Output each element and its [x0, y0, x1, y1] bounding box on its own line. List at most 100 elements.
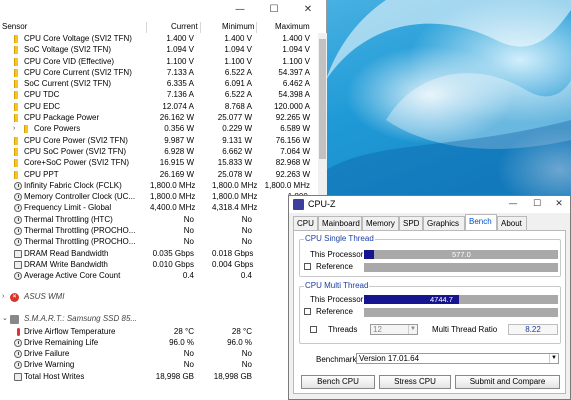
clock-icon: [14, 204, 22, 213]
close-button[interactable]: ✕: [549, 197, 569, 212]
tab-graphics[interactable]: Graphics: [423, 216, 465, 230]
sensor-row[interactable]: CPU TDC 7.136 A 6.522 A 54.398 A: [0, 89, 318, 100]
close-button[interactable]: ✕: [292, 0, 324, 20]
sensor-current: 1.094 V: [166, 45, 194, 55]
sensor-name: Drive Remaining Life: [24, 337, 99, 347]
tab-spd[interactable]: SPD: [399, 216, 423, 230]
sensor-row[interactable]: CPU Core VID (Effective) 1.100 V 1.100 V 1.…: [0, 56, 318, 67]
gauge-icon: [14, 215, 22, 224]
sensor-row[interactable]: DRAM Write Bandwidth 0.010 Gbps 0.004 Gbps…: [0, 259, 318, 270]
bolt-icon: [14, 170, 22, 179]
sensor-row[interactable]: Drive Remaining Life96.0 %96.0 %9: [0, 337, 318, 348]
maximize-button[interactable]: ☐: [258, 0, 290, 20]
column-divider[interactable]: [146, 22, 147, 33]
threads-checkbox[interactable]: [310, 326, 317, 333]
scrollbar-thumb[interactable]: [319, 39, 326, 159]
sensor-row[interactable]: SoC Voltage (SVI2 TFN) 1.094 V 1.094 V 1.09…: [0, 44, 318, 55]
sensor-current: 6.335 A: [166, 79, 194, 89]
sensor-row[interactable]: SoC Current (SVI2 TFN) 6.335 A 6.091 A 6.46…: [0, 78, 318, 89]
sensor-row[interactable]: CPU Package Power 26.162 W 25.077 W 92.265 …: [0, 112, 318, 123]
sensor-current: 7.133 A: [166, 67, 194, 77]
group-name: S.M.A.R.T.: Samsung SSD 85...: [24, 313, 138, 323]
column-minimum[interactable]: Minimum: [222, 22, 254, 31]
minimize-button[interactable]: —: [503, 197, 523, 212]
sensor-maximum: 82.968 W: [275, 158, 310, 168]
sensor-current: 16.915 W: [159, 158, 194, 168]
expand-icon[interactable]: ›: [13, 123, 15, 134]
sensor-row[interactable]: Thermal Throttling (PROCHO... No No: [0, 236, 318, 247]
threads-select[interactable]: 12 ▼: [370, 324, 418, 335]
sensor-row[interactable]: CPU Core Voltage (SVI2 TFN) 1.400 V 1.400 …: [0, 33, 318, 44]
sensor-row[interactable]: DRAM Read Bandwidth0.035 Gbps0.018 Gbps0…: [0, 248, 318, 259]
multi-thread-reference-bar: [364, 308, 558, 317]
sensor-row[interactable]: Thermal Throttling (HTC) No No: [0, 214, 318, 225]
sensor-row[interactable]: › Core Powers 0.356 W 0.229 W 6.589 W: [0, 123, 318, 134]
bench-cpu-button[interactable]: Bench CPU: [301, 375, 375, 389]
sensor-current: 0.010 Gbps: [152, 259, 194, 269]
sensor-row[interactable]: Drive Airflow Temperature 28 °C 28 °C: [0, 326, 318, 337]
single-thread-bar-fill: [364, 250, 374, 259]
sensor-minimum: No: [241, 214, 252, 224]
bolt-icon: [14, 147, 22, 156]
column-divider[interactable]: [200, 22, 201, 33]
sensor-name: SoC Voltage (SVI2 TFN): [24, 45, 111, 55]
bolt-icon: [14, 57, 22, 66]
sensor-row[interactable]: CPU PPT 26.169 W 25.078 W 92.263 W: [0, 169, 318, 180]
sensor-row[interactable]: CPU Core Power (SVI2 TFN) 9.987 W 9.131 W 7…: [0, 135, 318, 146]
sensor-row[interactable]: Drive Failure No No: [0, 348, 318, 359]
sensor-row[interactable]: Core+SoC Power (SVI2 TFN) 16.915 W 15.833 …: [0, 157, 318, 168]
sensor-row[interactable]: Memory Controller Clock (UC... 1,800.0 MH…: [0, 191, 318, 202]
column-current[interactable]: Current: [171, 22, 198, 31]
sensor-minimum: 6.522 A: [224, 67, 252, 77]
sensor-current: No: [183, 360, 194, 370]
sensor-name: Core+SoC Power (SVI2 TFN): [24, 158, 129, 168]
column-maximum[interactable]: Maximum: [275, 22, 310, 31]
single-thread-legend: CPU Single Thread: [304, 234, 375, 243]
sensor-row[interactable]: Infinity Fabric Clock (FCLK) 1,800.0 MHz 1…: [0, 180, 318, 191]
tab-mainboard[interactable]: Mainboard: [318, 216, 362, 230]
sensor-row[interactable]: Drive Warning No No: [0, 359, 318, 370]
minimize-button[interactable]: —: [224, 0, 256, 20]
sensor-row[interactable]: CPU SoC Power (SVI2 TFN) 6.928 W 6.662 W 7.…: [0, 146, 318, 157]
sensor-row[interactable]: Total Host Writes18,998 GB18,998 GB18,: [0, 371, 318, 382]
column-divider[interactable]: [256, 22, 257, 33]
sensor-row[interactable]: Frequency Limit - Global 4,400.0 MHz 4,318…: [0, 202, 318, 213]
sensor-minimum: 4,318.4 MHz: [212, 203, 258, 213]
reference-checkbox[interactable]: [304, 263, 311, 270]
column-sensor[interactable]: Sensor: [2, 22, 27, 31]
tab-memory[interactable]: Memory: [362, 216, 399, 230]
expand-icon[interactable]: ›: [2, 290, 4, 304]
submit-and-compare-button[interactable]: Submit and Compare: [455, 375, 560, 389]
maximize-button[interactable]: ☐: [527, 197, 547, 212]
sensor-name: CPU Core Current (SVI2 TFN): [24, 67, 132, 77]
sensor-row[interactable]: CPU EDC 12.074 A 8.768 A 120.000 A: [0, 101, 318, 112]
tab-about[interactable]: About: [497, 216, 527, 230]
expand-icon[interactable]: ⌄: [2, 312, 8, 326]
stress-cpu-button[interactable]: Stress CPU: [379, 375, 451, 389]
sensor-row[interactable]: Average Active Core Count 0.4 0.4: [0, 270, 318, 281]
sensor-name: SoC Current (SVI2 TFN): [24, 79, 111, 89]
benchmark-version-select[interactable]: Version 17.01.64 ▼: [356, 353, 559, 364]
sensor-current: 7.136 A: [166, 90, 194, 100]
sensor-name: Drive Warning: [24, 360, 75, 370]
sensor-row[interactable]: Thermal Throttling (PROCHO... No No: [0, 225, 318, 236]
sensor-group-header[interactable]: ⌄ S.M.A.R.T.: Samsung SSD 85...: [0, 312, 318, 326]
sensor-group-header[interactable]: › × ASUS WMI: [0, 290, 318, 304]
cpuz-window: CPU-Z — ☐ ✕ CPU Mainboard Memory SPD Gra…: [288, 195, 571, 400]
gauge-icon: [14, 238, 22, 247]
this-processor-label: This Processor: [310, 250, 364, 259]
sensor-minimum: 1.400 V: [224, 34, 252, 43]
sensor-minimum: 6.522 A: [224, 90, 252, 100]
reference-checkbox[interactable]: [304, 308, 311, 315]
sensor-name: CPU Core Voltage (SVI2 TFN): [24, 34, 132, 43]
sensor-current: 1.100 V: [166, 56, 194, 66]
sensor-minimum: 1,800.0 MHz: [212, 192, 258, 202]
tab-bench[interactable]: Bench: [465, 214, 497, 230]
sensor-minimum: 0.018 Gbps: [212, 248, 254, 258]
sensor-row[interactable]: CPU Core Current (SVI2 TFN) 7.133 A 6.522 …: [0, 67, 318, 78]
multi-thread-bar: 4744.7: [364, 295, 558, 304]
tab-cpu[interactable]: CPU: [293, 216, 318, 230]
bolt-icon: [14, 102, 22, 111]
sensor-current: 26.162 W: [159, 113, 194, 123]
